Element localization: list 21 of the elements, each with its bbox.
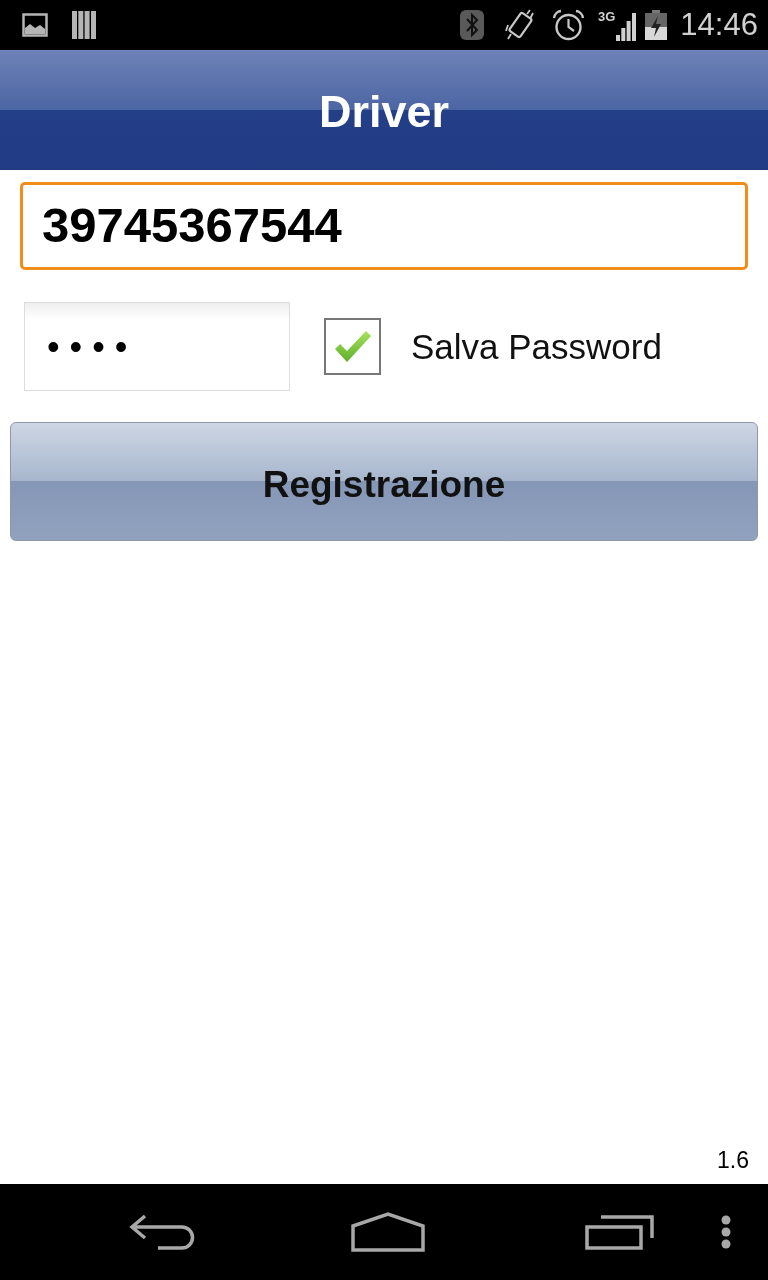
alarm-clock-icon [552, 9, 585, 41]
save-password-label[interactable]: Salva Password [411, 326, 662, 367]
signal-strength-icon [616, 13, 637, 41]
home-icon[interactable] [351, 1212, 425, 1252]
overflow-menu-icon[interactable] [719, 1215, 733, 1249]
back-icon[interactable] [128, 1214, 196, 1250]
register-button[interactable]: Registrazione [10, 422, 758, 541]
bluetooth-icon [460, 10, 484, 40]
recent-apps-icon[interactable] [585, 1214, 655, 1250]
vibrating-phone-icon [505, 8, 535, 42]
version-label: 1.6 [717, 1146, 749, 1174]
network-type-label: 3G [598, 10, 616, 23]
image-icon [22, 13, 48, 37]
password-field[interactable]: •••• [24, 302, 290, 391]
status-time: 14:46 [680, 8, 758, 42]
battery-charging-icon [645, 10, 668, 40]
app-title: Driver [318, 87, 450, 137]
checkbox[interactable] [324, 318, 381, 375]
check-icon [333, 329, 372, 364]
vertical-bars-icon [72, 11, 96, 39]
phone-number-field[interactable]: 39745367544 [20, 182, 748, 270]
